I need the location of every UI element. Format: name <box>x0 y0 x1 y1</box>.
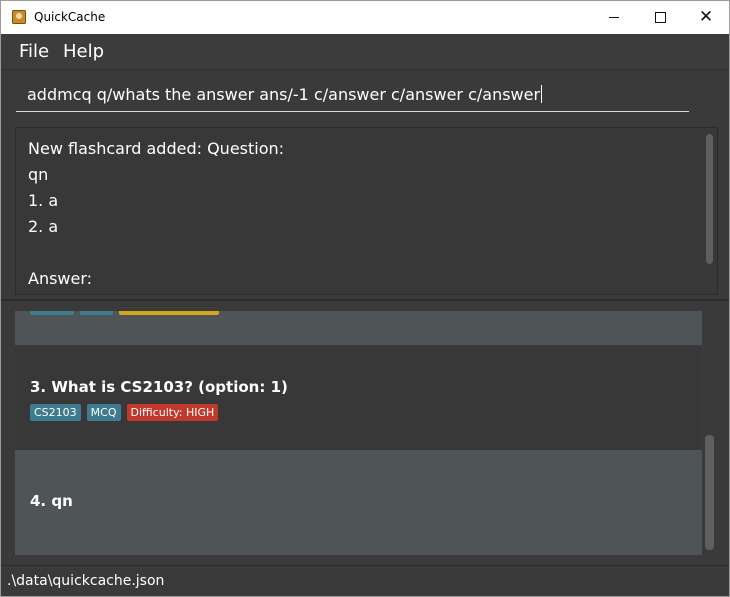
status-file-path: .\data\quickcache.json <box>7 573 165 589</box>
flashcard-list: 3. What is CS2103? (option: 1) CS2103 MC… <box>15 311 702 556</box>
flashcard-title: 3. What is CS2103? (option: 1) <box>30 378 288 396</box>
command-text: addmcq q/whats the answer ans/-1 c/answe… <box>27 85 541 104</box>
tag-chip: MCQ <box>86 404 121 421</box>
flashcard-item[interactable]: 4. qn <box>15 450 702 555</box>
minimize-button[interactable] <box>591 1 637 34</box>
maximize-icon <box>654 12 666 23</box>
close-icon: ✕ <box>698 7 714 27</box>
menu-bar: File Help <box>1 34 729 70</box>
flashcard-tags: CS2103 MCQ Difficulty: HIGH <box>30 404 219 421</box>
flashcard-item[interactable]: 3. What is CS2103? (option: 1) CS2103 MC… <box>15 345 702 450</box>
minimize-icon <box>609 17 619 18</box>
window-title: QuickCache <box>34 10 106 24</box>
text-caret <box>541 85 543 103</box>
status-bar: .\data\quickcache.json <box>1 565 729 596</box>
tag-chip <box>119 311 219 315</box>
result-scrollbar[interactable] <box>706 134 713 264</box>
title-bar: QuickCache ✕ <box>1 1 729 34</box>
command-box: addmcq q/whats the answer ans/-1 c/answe… <box>1 70 729 124</box>
tag-chip <box>30 311 74 315</box>
partial-tags <box>30 311 219 315</box>
close-button[interactable]: ✕ <box>683 1 729 34</box>
command-input[interactable]: addmcq q/whats the answer ans/-1 c/answe… <box>16 78 689 112</box>
tag-chip: CS2103 <box>30 404 81 421</box>
flashcard-list-panel: 3. What is CS2103? (option: 1) CS2103 MC… <box>1 301 729 564</box>
result-display[interactable]: New flashcard added: Question: qn 1. a 2… <box>15 127 718 295</box>
app-logo-icon <box>12 10 26 24</box>
app-window: QuickCache ✕ File Help addmcq q/whats th… <box>0 0 730 597</box>
flashcard-partial[interactable] <box>15 311 702 345</box>
maximize-button[interactable] <box>637 1 683 34</box>
result-text: New flashcard added: Question: qn 1. a 2… <box>28 139 285 288</box>
tag-chip: Difficulty: HIGH <box>126 404 219 421</box>
menu-file[interactable]: File <box>19 41 49 62</box>
menu-help[interactable]: Help <box>63 41 104 62</box>
tag-chip <box>80 311 113 315</box>
flashcard-title: 4. qn <box>30 492 73 510</box>
list-scrollbar[interactable] <box>705 435 714 550</box>
